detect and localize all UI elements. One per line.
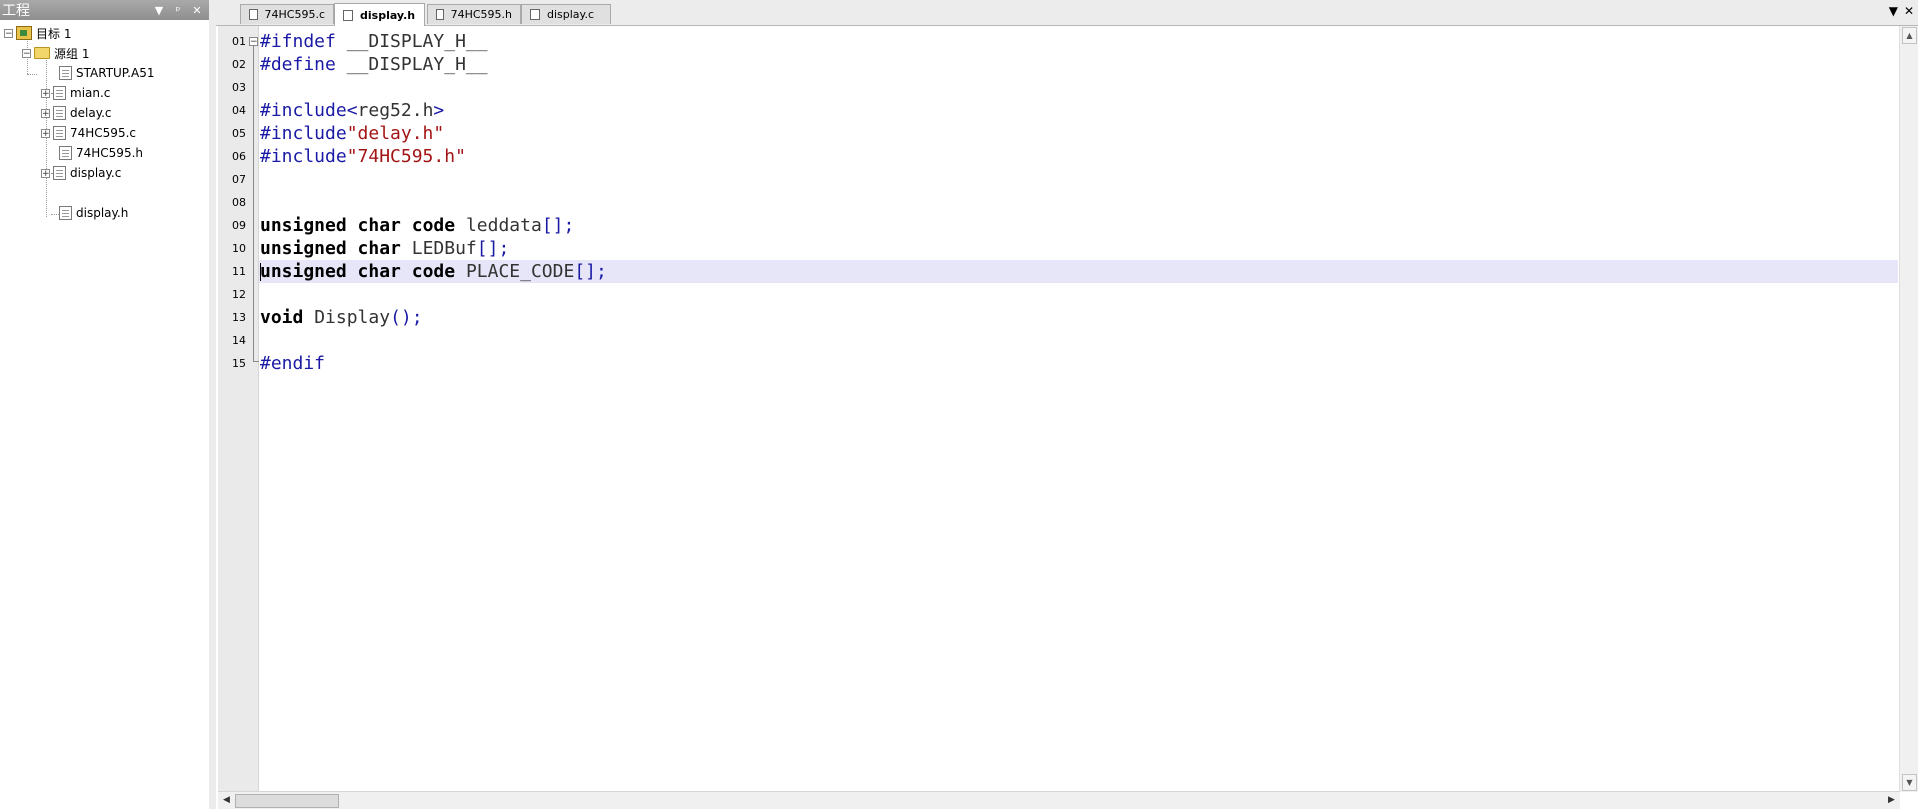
expand-icon[interactable]: + <box>41 108 50 118</box>
code-line[interactable]: #define __DISPLAY_H__ <box>259 53 1898 76</box>
close-tab-icon[interactable]: ✕ <box>1904 4 1914 18</box>
fold-collapse-icon[interactable]: − <box>249 37 258 47</box>
tree-item-target[interactable]: − 目标 1 <box>4 24 71 42</box>
vertical-scrollbar[interactable]: ▲ ▼ <box>1899 26 1918 792</box>
tree-item-label: 目标 1 <box>36 26 72 41</box>
folder-icon <box>34 47 50 59</box>
line-number: 13 <box>232 311 246 324</box>
current-code-line[interactable]: unsigned char code PLACE_CODE[]; <box>259 260 1898 283</box>
text-caret <box>260 263 261 281</box>
line-number: 01 <box>232 35 246 48</box>
file-icon <box>59 146 72 160</box>
tree-item-file[interactable]: + delay.c <box>41 104 112 122</box>
tree-item-label: 74HC595.c <box>70 126 136 140</box>
line-number: 02 <box>232 58 246 71</box>
code-line[interactable]: #include"74HC595.h" <box>259 145 1898 168</box>
file-icon <box>343 9 353 21</box>
project-panel-titlebar: 工程 ▼ ᵖ ✕ <box>0 0 209 20</box>
line-number: 11 <box>232 265 246 278</box>
line-number: 03 <box>232 81 246 94</box>
tab-label: display.h <box>360 8 416 22</box>
tree-item-label: delay.c <box>70 106 112 120</box>
collapse-icon[interactable]: − <box>4 28 13 38</box>
expand-icon[interactable]: + <box>41 88 50 98</box>
project-panel: 工程 ▼ ᵖ ✕ − 目标 1 − 源组 1 STARTUP.A51 + mia… <box>0 0 210 809</box>
tree-item-file[interactable]: + mian.c <box>41 84 110 102</box>
code-line[interactable] <box>259 283 1898 306</box>
tree-item-file[interactable]: 74HC595.h <box>59 144 143 162</box>
line-number: 15 <box>232 357 246 370</box>
tab-label: display.c <box>547 8 595 21</box>
line-number: 10 <box>232 242 246 255</box>
code-line[interactable]: unsigned char code leddata[]; <box>259 214 1898 237</box>
tree-item-file[interactable]: STARTUP.A51 <box>59 64 154 82</box>
code-line[interactable] <box>259 76 1898 99</box>
code-line[interactable]: unsigned char LEDBuf[]; <box>259 237 1898 260</box>
tab-74hc595-h[interactable]: 74HC595.h <box>427 4 521 24</box>
expand-icon[interactable]: + <box>41 128 50 138</box>
collapse-icon[interactable]: − <box>22 48 31 58</box>
file-icon <box>59 66 72 80</box>
tree-item-file[interactable]: + display.c <box>41 164 121 182</box>
file-icon <box>53 86 66 100</box>
close-icon[interactable]: ✕ <box>190 4 204 17</box>
file-icon <box>249 9 258 20</box>
scroll-right-icon[interactable]: ▶ <box>1885 793 1898 807</box>
project-panel-title: 工程 <box>2 3 30 19</box>
horizontal-scrollbar[interactable]: ◀ ▶ <box>218 791 1900 809</box>
panel-menu-icon[interactable]: ▼ <box>152 4 166 17</box>
tree-item-label: display.c <box>70 166 122 180</box>
tab-display-c[interactable]: display.c <box>521 4 611 24</box>
code-line[interactable] <box>259 168 1898 191</box>
tree-item-file[interactable]: + 74HC595.c <box>41 124 136 142</box>
tree-item-group[interactable]: − 源组 1 <box>22 44 89 62</box>
line-number: 05 <box>232 127 246 140</box>
file-icon <box>53 166 66 180</box>
code-area[interactable]: #ifndef __DISPLAY_H__ #define __DISPLAY_H… <box>259 26 1898 792</box>
line-number: 06 <box>232 150 246 163</box>
file-icon <box>53 106 66 120</box>
code-line[interactable]: void Display(); <box>259 306 1898 329</box>
tab-label: 74HC595.h <box>450 8 512 21</box>
code-line[interactable]: #include"delay.h" <box>259 122 1898 145</box>
line-number: 07 <box>232 173 246 186</box>
line-number: 04 <box>232 104 246 117</box>
tree-item-label: 源组 1 <box>54 46 90 61</box>
tree-item-label: STARTUP.A51 <box>76 66 155 80</box>
tab-74hc595-c[interactable]: 74HC595.c <box>240 4 334 24</box>
tab-label: 74HC595.c <box>264 8 326 21</box>
scroll-down-icon[interactable]: ▼ <box>1902 774 1917 791</box>
tab-controls: ▼ ✕ <box>1889 4 1914 18</box>
tab-display-h[interactable]: display.h <box>334 3 425 26</box>
fold-line <box>253 46 254 354</box>
file-icon <box>436 9 444 20</box>
code-line[interactable]: #endif <box>259 352 1898 375</box>
pin-icon[interactable]: ᵖ <box>171 4 185 17</box>
file-icon <box>59 206 72 220</box>
line-number: 08 <box>232 196 246 209</box>
editor-tab-bar: 74HC595.c display.h 74HC595.h display.c … <box>216 0 1918 26</box>
line-number: 12 <box>232 288 246 301</box>
line-number: 09 <box>232 219 246 232</box>
code-line[interactable] <box>259 329 1898 352</box>
tab-dropdown-icon[interactable]: ▼ <box>1889 4 1898 18</box>
scroll-left-icon[interactable]: ◀ <box>220 793 233 807</box>
code-line[interactable]: #include<reg52.h> <box>259 99 1898 122</box>
code-line[interactable]: #ifndef __DISPLAY_H__ <box>259 30 1898 53</box>
line-number-gutter: 01 02 03 04 05 06 07 08 09 10 11 12 13 14 15 − <box>218 26 259 792</box>
code-line[interactable] <box>259 191 1898 214</box>
tree-item-label: 74HC595.h <box>76 146 143 160</box>
tree-item-file[interactable]: display.h <box>59 204 128 222</box>
code-editor[interactable]: 01 02 03 04 05 06 07 08 09 10 11 12 13 14 15 − #ifndef … <box>216 26 1918 809</box>
tree-item-label: mian.c <box>70 86 111 100</box>
expand-icon[interactable]: + <box>41 168 50 178</box>
scroll-up-icon[interactable]: ▲ <box>1902 27 1917 44</box>
file-icon <box>53 126 66 140</box>
tree-item-label: display.h <box>76 206 129 220</box>
file-icon <box>530 9 540 20</box>
line-number: 14 <box>232 334 246 347</box>
target-icon <box>16 26 32 40</box>
horizontal-scroll-thumb[interactable] <box>235 794 339 808</box>
